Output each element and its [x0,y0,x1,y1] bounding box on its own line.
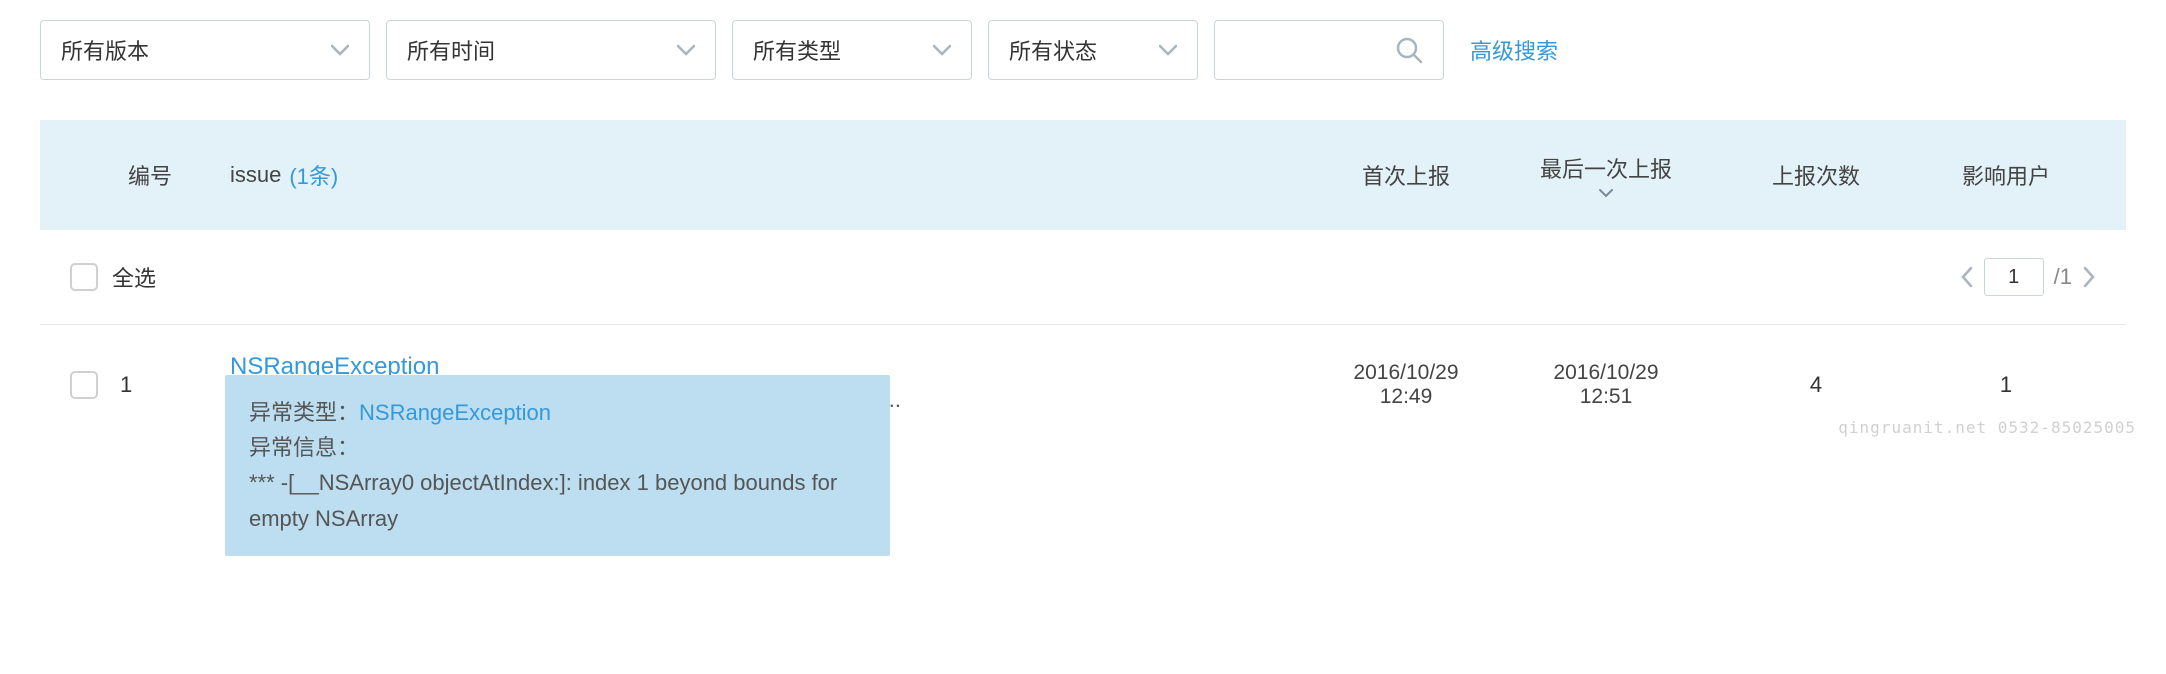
header-affected-users[interactable]: 影响用户 [1916,159,2096,191]
search-icon [1395,36,1423,64]
pagination: /1 [1960,258,2096,296]
filter-time-label: 所有时间 [407,34,495,66]
tooltip-info-label: 异常信息： [249,430,359,465]
tooltip-type-label: 异常类型： [249,395,359,430]
row-report-count: 4 [1716,372,1916,398]
table-header: 编号 issue (1条) 首次上报 最后一次上报 上报次数 影响用户 [40,120,2126,230]
header-id: 编号 [70,159,230,191]
chevron-down-icon [933,44,951,56]
prev-page-icon[interactable] [1960,266,1974,288]
header-issue-label: issue [230,162,281,188]
header-report-count[interactable]: 上报次数 [1716,159,1916,191]
first-time: 12:49 [1316,385,1496,409]
page-input[interactable] [1984,258,2044,296]
row-affected-users: 1 [1916,372,2096,398]
tooltip-info-value: *** -[__NSArray0 objectAtIndex:]: index … [249,465,866,535]
watermark: qingruanit.net 0532-85025005 [1838,418,2136,437]
header-issue: issue (1条) [230,159,1316,191]
row-checkbox[interactable] [70,371,98,399]
select-all-label: 全选 [112,261,156,293]
row-first-report: 2016/10/29 12:49 [1316,361,1496,409]
filter-version[interactable]: 所有版本 [40,20,370,80]
chevron-down-icon [677,44,695,56]
filter-version-label: 所有版本 [61,34,149,66]
filter-status-label: 所有状态 [1009,34,1097,66]
filters-row: 所有版本 所有时间 所有类型 所有状态 高级搜索 [40,20,2126,80]
row-id: 1 [120,372,230,398]
next-page-icon[interactable] [2082,266,2096,288]
filter-type-label: 所有类型 [753,34,841,66]
last-time: 12:51 [1496,385,1716,409]
chevron-down-icon [1599,188,1613,198]
select-all-row: 全选 /1 [40,230,2126,325]
filter-time[interactable]: 所有时间 [386,20,716,80]
filter-status[interactable]: 所有状态 [988,20,1198,80]
first-date: 2016/10/29 [1316,361,1496,385]
search-input[interactable] [1214,20,1444,80]
chevron-down-icon [1159,44,1177,56]
header-last-report-label: 最后一次上报 [1540,152,1672,184]
filter-type[interactable]: 所有类型 [732,20,972,80]
header-last-report[interactable]: 最后一次上报 [1496,152,1716,198]
tooltip-type-value[interactable]: NSRangeException [359,395,551,430]
row-last-report: 2016/10/29 12:51 [1496,361,1716,409]
header-issue-count: (1条) [289,159,338,191]
page-total: /1 [2054,264,2072,290]
select-all-checkbox[interactable] [70,263,98,291]
tooltip: 异常类型： NSRangeException 异常信息： *** -[__NSA… [225,375,890,556]
advanced-search-link[interactable]: 高级搜索 [1470,34,1558,66]
chevron-down-icon [331,44,349,56]
header-first-report[interactable]: 首次上报 [1316,159,1496,191]
last-date: 2016/10/29 [1496,361,1716,385]
